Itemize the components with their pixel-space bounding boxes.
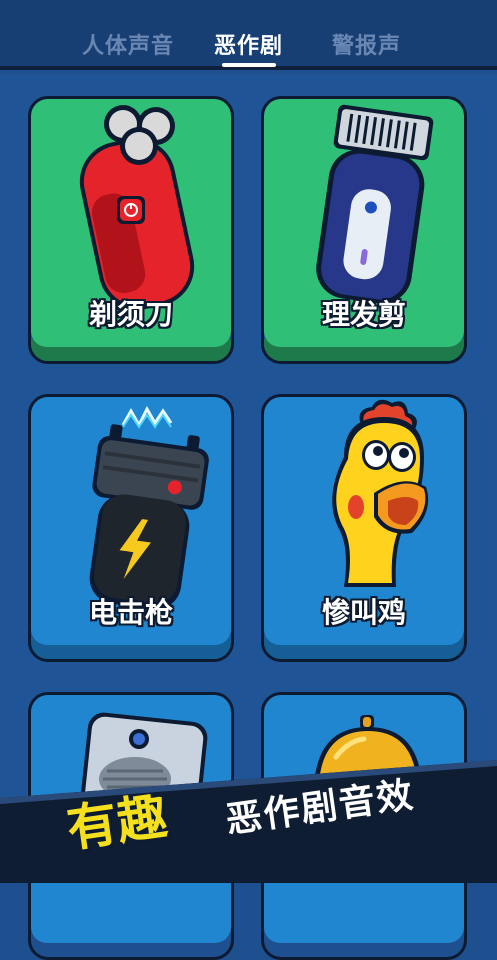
card-stun-gun[interactable]: 电击枪 [28,394,234,662]
card-label: 惨叫鸡 [321,596,406,629]
card-screaming-chicken[interactable]: 惨叫鸡 [261,394,467,662]
tab-human-sounds[interactable]: 人体声音 [82,28,174,60]
card-hair-clipper[interactable]: 理发剪 [261,96,467,364]
banner-fun-text: 有趣 [63,786,171,859]
card-label: 剃须刀 [88,298,173,331]
card-label: 电击枪 [88,596,173,629]
card-shaver[interactable]: 剃须刀 [28,96,234,364]
card-label: 理发剪 [321,298,406,331]
tab-pranks[interactable]: 恶作剧 [214,28,283,60]
tab-alarm-sounds[interactable]: 警报声 [332,28,401,60]
top-tab-bar: 人体声音 恶作剧 警报声 [0,0,497,70]
active-tab-indicator [222,63,276,67]
